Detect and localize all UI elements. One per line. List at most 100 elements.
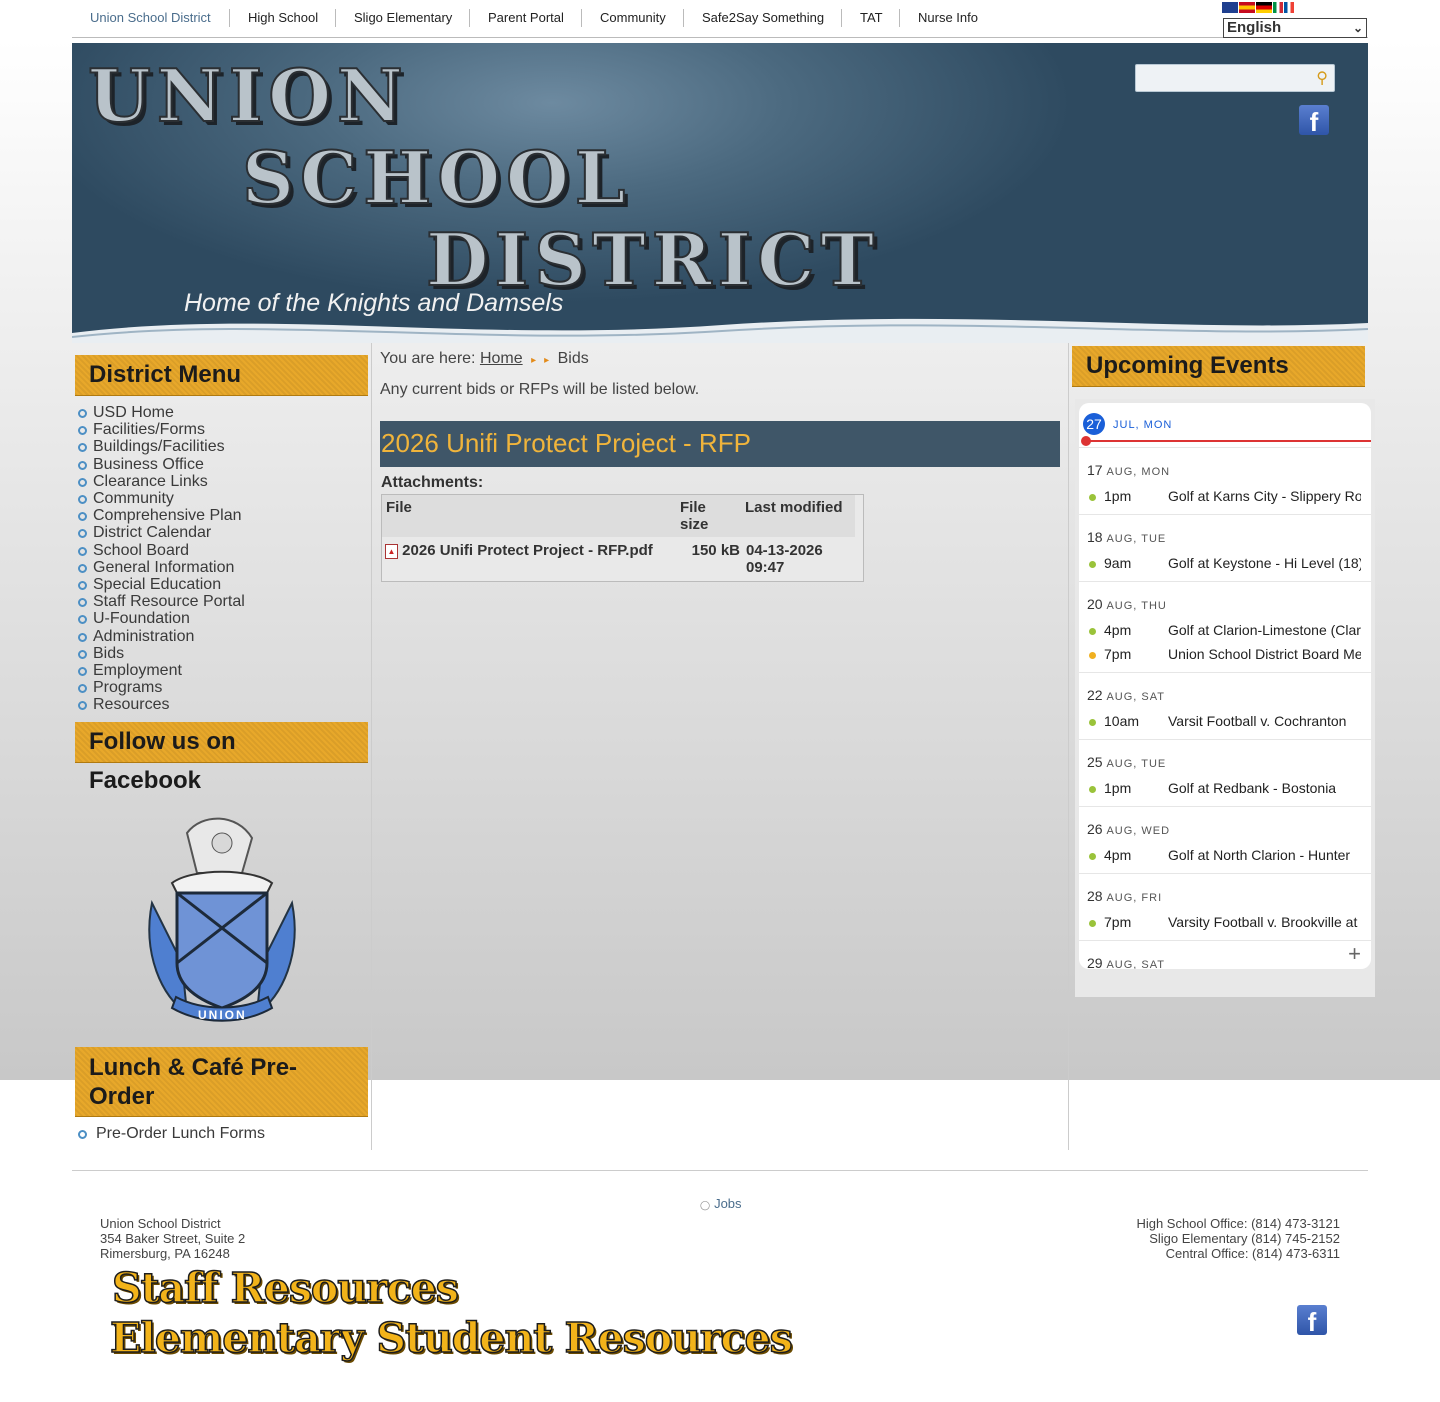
nav-high-school[interactable]: High School <box>229 9 336 27</box>
event-time: 7pm <box>1104 646 1132 662</box>
menu-item-staff-resource-portal[interactable]: Staff Resource Portal <box>78 593 245 610</box>
menu-item-bids[interactable]: Bids <box>78 645 245 662</box>
search-icon[interactable]: ⚲ <box>1316 68 1328 88</box>
nav-tat[interactable]: TAT <box>841 9 901 27</box>
nav-community[interactable]: Community <box>581 9 684 27</box>
nav-parent-portal[interactable]: Parent Portal <box>469 9 582 27</box>
header-file-size: File size <box>676 495 741 537</box>
menu-item-general-information[interactable]: General Information <box>78 559 245 576</box>
event-time: 1pm <box>1104 780 1132 796</box>
table-header-row: File File size Last modified <box>382 495 863 537</box>
district-menu: USD Home Facilities/Forms Buildings/Faci… <box>78 404 245 714</box>
menu-item-business-office[interactable]: Business Office <box>78 456 245 473</box>
italy-flag-icon[interactable] <box>1273 2 1283 13</box>
event-title: Golf at Redbank - Bostonia <box>1168 780 1337 796</box>
language-picker: English ⌄ <box>1222 2 1368 38</box>
bullet-icon <box>78 701 87 711</box>
preorder-lunch-link[interactable]: Pre-Order Lunch Forms <box>78 1125 265 1143</box>
facebook-icon[interactable]: f <box>1297 1305 1327 1337</box>
bullet-icon <box>78 460 87 470</box>
event-item[interactable]: 4pm Golf at North Clarion - Hunter <box>1089 847 1361 863</box>
breadcrumb-home-link[interactable]: Home <box>480 350 523 367</box>
menu-item-comprehensive-plan[interactable]: Comprehensive Plan <box>78 507 245 524</box>
top-nav: Union School District High School Sligo … <box>72 0 1368 38</box>
menu-item-district-calendar[interactable]: District Calendar <box>78 524 245 541</box>
menu-item-resources[interactable]: Resources <box>78 696 245 713</box>
staff-resources-link[interactable]: Staff Resources <box>111 1263 459 1313</box>
site-banner: UNION SCHOOL DISTRICT Home of the Knight… <box>72 43 1368 343</box>
germany-flag-icon[interactable] <box>1256 2 1272 13</box>
phone-line: Sligo Elementary (814) 745-2152 <box>1149 1231 1340 1246</box>
bullet-icon <box>78 684 87 694</box>
more-events-plus-icon[interactable]: + <box>1348 943 1361 965</box>
event-title: Golf at North Clarion - Hunter <box>1168 847 1351 863</box>
search-input[interactable]: ⚲ <box>1135 64 1335 92</box>
attachment-modified: 04-13-2026 09:47 <box>746 542 823 576</box>
facebook-icon[interactable]: f <box>1299 105 1329 137</box>
menu-item-buildings-facilities[interactable]: Buildings/Facilities <box>78 438 245 455</box>
menu-item-special-education[interactable]: Special Education <box>78 576 245 593</box>
event-item[interactable]: 1pm Golf at Redbank - Bostonia <box>1089 780 1361 796</box>
menu-item-usd-home[interactable]: USD Home <box>78 404 245 421</box>
bullet-icon <box>78 495 87 505</box>
bullet-icon <box>78 581 87 591</box>
spain-flag-icon[interactable] <box>1239 2 1255 13</box>
event-title: Union School District Board Meeting <box>1168 646 1361 662</box>
right-sidebar: Upcoming Events 27 JUL, MON 17 AUG, MON 1… <box>1068 343 1379 1150</box>
bullet-icon <box>78 615 87 625</box>
chevron-down-icon: ⌄ <box>1352 21 1363 35</box>
event-item[interactable]: 9am Golf at Keystone - Hi Level (18) <box>1089 555 1361 571</box>
event-title: Varsit Football v. Cochranton <box>1168 713 1347 729</box>
attachment-file-link[interactable]: ▲ 2026 Unifi Protect Project - RFP.pdf <box>382 537 680 581</box>
event-item[interactable]: 1pm Golf at Karns City - Slippery Rock <box>1089 488 1361 504</box>
event-day: 22 AUG, SAT 10am Varsit Football v. Cochra… <box>1079 672 1371 740</box>
event-day: 28 AUG, FRI 7pm Varsity Football v. Brookv… <box>1079 873 1371 941</box>
menu-item-administration[interactable]: Administration <box>78 628 245 645</box>
attachments-table: File File size Last modified ▲ 2026 Unif… <box>381 494 864 582</box>
nav-sligo-elementary[interactable]: Sligo Elementary <box>335 9 470 27</box>
nav-nurse-info[interactable]: Nurse Info <box>899 9 996 27</box>
address-line: Rimersburg, PA 16248 <box>100 1246 230 1261</box>
event-item[interactable]: 7pm Varsity Football v. Brookville at <box>1089 914 1361 930</box>
event-item[interactable]: 10am Varsit Football v. Cochranton <box>1089 713 1361 729</box>
nav-union-school-district[interactable]: Union School District <box>72 9 229 27</box>
menu-item-u-foundation[interactable]: U-Foundation <box>78 610 245 627</box>
event-day: 29 AUG, SAT <box>1079 940 1371 969</box>
event-title: Golf at Karns City - Slippery Rock <box>1168 488 1361 504</box>
phone-line: Central Office: (814) 473-6311 <box>1165 1246 1340 1261</box>
event-title: Golf at Clarion-Limestone (Clarion) <box>1168 622 1361 638</box>
menu-item-school-board[interactable]: School Board <box>78 542 245 559</box>
elementary-student-resources-link[interactable]: Elementary Student Resources <box>109 1313 793 1363</box>
uk-flag-icon[interactable] <box>1222 2 1238 13</box>
menu-item-clearance-links[interactable]: Clearance Links <box>78 473 245 490</box>
event-item[interactable]: 4pm Golf at Clarion-Limestone (Clarion) <box>1089 622 1361 638</box>
nav-safe2say[interactable]: Safe2Say Something <box>683 9 842 27</box>
footer-jobs-link[interactable]: ◯ Jobs <box>700 1196 742 1211</box>
event-time: 4pm <box>1104 847 1132 863</box>
event-day-label: 25 AUG, TUE <box>1087 754 1167 770</box>
follow-facebook-heading[interactable]: Follow us on Facebook <box>75 722 368 794</box>
language-select[interactable]: English ⌄ <box>1223 18 1367 38</box>
bullet-icon <box>78 667 87 677</box>
event-day-label: 28 AUG, FRI <box>1087 888 1163 904</box>
event-day: 26 AUG, WED 4pm Golf at North Clarion - Hu… <box>1079 806 1371 874</box>
events-list: 27 JUL, MON 17 AUG, MON 1pm Golf at Karns … <box>1079 403 1371 969</box>
menu-item-programs[interactable]: Programs <box>78 679 245 696</box>
menu-item-facilities-forms[interactable]: Facilities/Forms <box>78 421 245 438</box>
event-day: 20 AUG, THU 4pm Golf at Clarion-Limestone … <box>1079 581 1371 673</box>
menu-item-community[interactable]: Community <box>78 490 245 507</box>
france-flag-icon[interactable] <box>1284 2 1294 13</box>
now-indicator-line <box>1085 440 1371 442</box>
event-dot-icon <box>1089 560 1096 568</box>
bullet-icon <box>78 1130 87 1139</box>
banner-word-union: UNION <box>87 52 409 139</box>
event-day-label: 29 AUG, SAT <box>1087 955 1165 969</box>
menu-item-employment[interactable]: Employment <box>78 662 245 679</box>
event-title: Golf at Keystone - Hi Level (18) <box>1168 555 1361 571</box>
event-dot-icon <box>1089 493 1096 501</box>
intro-text: Any current bids or RFPs will be listed … <box>380 381 700 398</box>
bullet-icon <box>78 529 87 539</box>
event-day: 17 AUG, MON 1pm Golf at Karns City - Slipp… <box>1079 447 1371 515</box>
address-line: Union School District <box>100 1216 221 1231</box>
event-item[interactable]: 7pm Union School District Board Meeting <box>1089 646 1361 662</box>
